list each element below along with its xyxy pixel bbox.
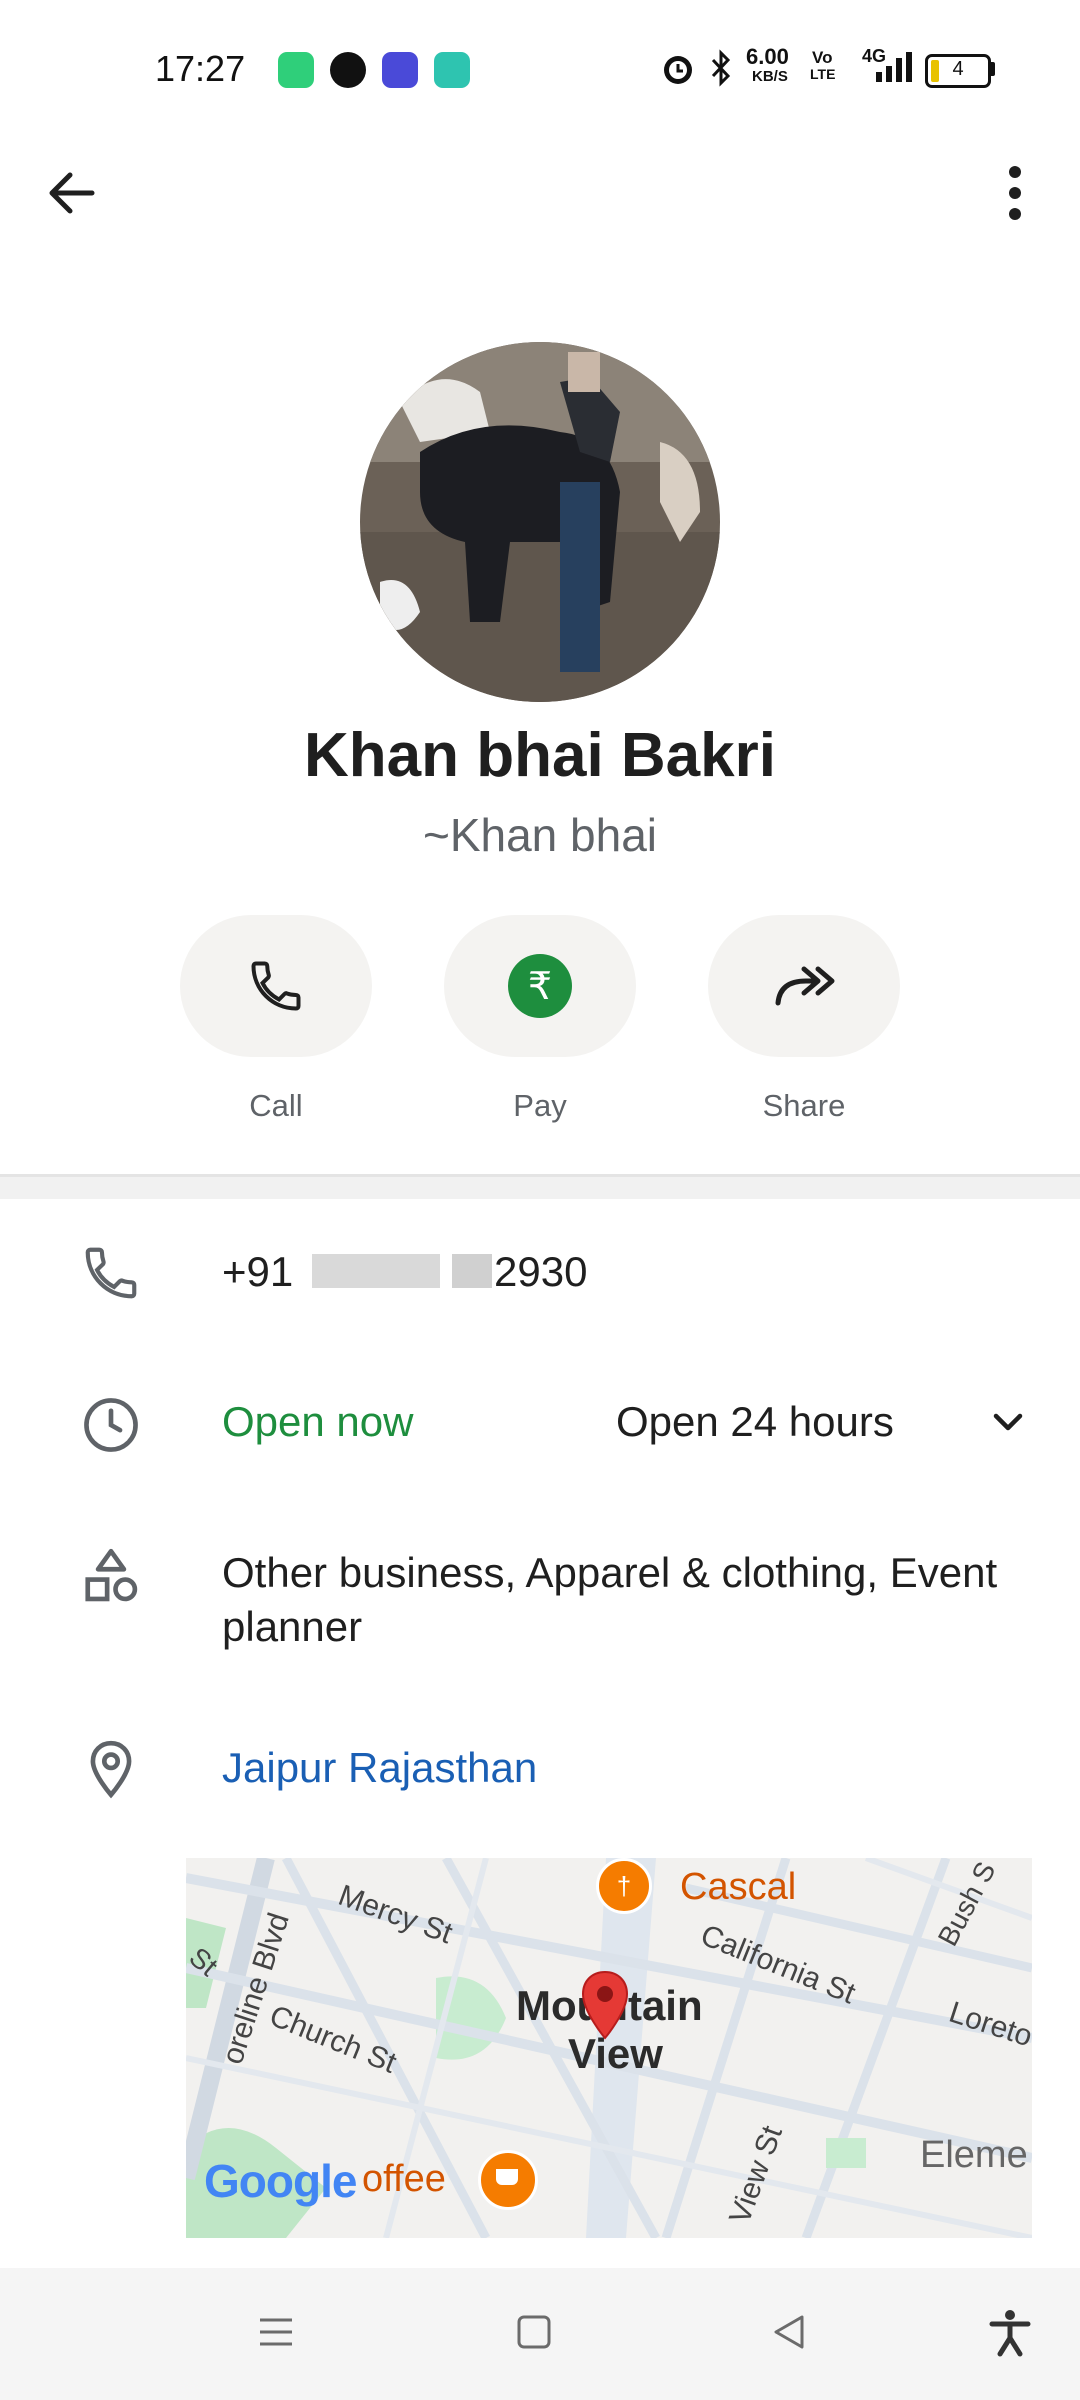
map-label-eleme: Eleme <box>920 2134 1028 2176</box>
share-label: Share <box>762 1088 846 1123</box>
accessibility-icon[interactable] <box>988 2308 1032 2358</box>
weather-app-icon <box>382 52 418 88</box>
contact-name: Khan bhai Bakri <box>304 721 776 790</box>
phone-number-prefix[interactable]: +91 <box>222 1248 293 1296</box>
recents-menu-icon[interactable] <box>256 2312 296 2352</box>
phone-number-redacted-2 <box>452 1254 492 1288</box>
back-button[interactable] <box>40 160 106 226</box>
google-logo: Google <box>204 2155 357 2207</box>
open-status[interactable]: Open now <box>222 1398 413 1446</box>
status-time: 17:27 <box>155 48 246 89</box>
category-shapes-icon <box>85 1548 138 1602</box>
volte-bottom: LTE <box>810 66 836 82</box>
location-pin-icon <box>90 1740 132 1799</box>
map-label-coffee: offee <box>362 2158 446 2200</box>
call-button[interactable] <box>180 915 372 1057</box>
pay-label: Pay <box>513 1088 567 1123</box>
chevron-down-icon[interactable] <box>988 1408 1028 1438</box>
phone-number-suffix[interactable]: 2930 <box>494 1248 587 1296</box>
battery-app-icon <box>278 52 314 88</box>
bluetooth-icon <box>711 49 731 87</box>
pay-button[interactable]: ₹ <box>444 915 636 1057</box>
phone-icon <box>251 961 301 1011</box>
alarm-icon <box>664 56 692 84</box>
call-label: Call <box>249 1088 303 1123</box>
hours-text[interactable]: Open 24 hours <box>616 1398 894 1446</box>
business-category: Other business, Apparel & clothing, Even… <box>222 1549 998 1650</box>
phone-row-icon <box>85 1247 137 1299</box>
back-triangle-icon[interactable] <box>770 2312 810 2352</box>
share-forward-icon <box>775 966 835 1006</box>
location-link[interactable]: Jaipur Rajasthan <box>222 1744 537 1792</box>
contact-subname: ~Khan bhai <box>422 809 658 861</box>
rupee-icon: ₹ <box>508 954 572 1018</box>
map-label-cascal: Cascal <box>680 1866 797 1908</box>
map-pin-icon <box>581 1970 629 2040</box>
restaurant-map-icon: † <box>596 1858 652 1914</box>
chat-app-icon <box>434 52 470 88</box>
battery-tip <box>990 62 995 76</box>
more-options-button[interactable] <box>990 160 1040 226</box>
status-bar: 17:27 6.00 KB/S Vo LTE 4G 4 <box>0 0 1080 135</box>
section-divider <box>0 1174 1080 1199</box>
map-preview[interactable]: oreline Blvd St Mercy St Church St Calif… <box>186 1858 1032 2238</box>
share-button[interactable] <box>708 915 900 1057</box>
cafe-map-icon <box>478 2150 538 2210</box>
volte-top: Vo <box>812 48 833 67</box>
moon-app-icon <box>330 52 366 88</box>
battery-icon: 4 <box>925 54 991 88</box>
profile-avatar[interactable] <box>360 342 720 702</box>
phone-number-redacted <box>312 1254 440 1288</box>
battery-level: 4 <box>952 58 964 80</box>
net-speed-unit: KB/S <box>752 68 788 85</box>
system-nav-bar <box>0 2268 1080 2400</box>
home-square-icon[interactable] <box>514 2312 554 2352</box>
net-speed: 6.00 <box>746 44 789 69</box>
signal-icon <box>876 52 912 82</box>
clock-icon <box>84 1398 138 1452</box>
